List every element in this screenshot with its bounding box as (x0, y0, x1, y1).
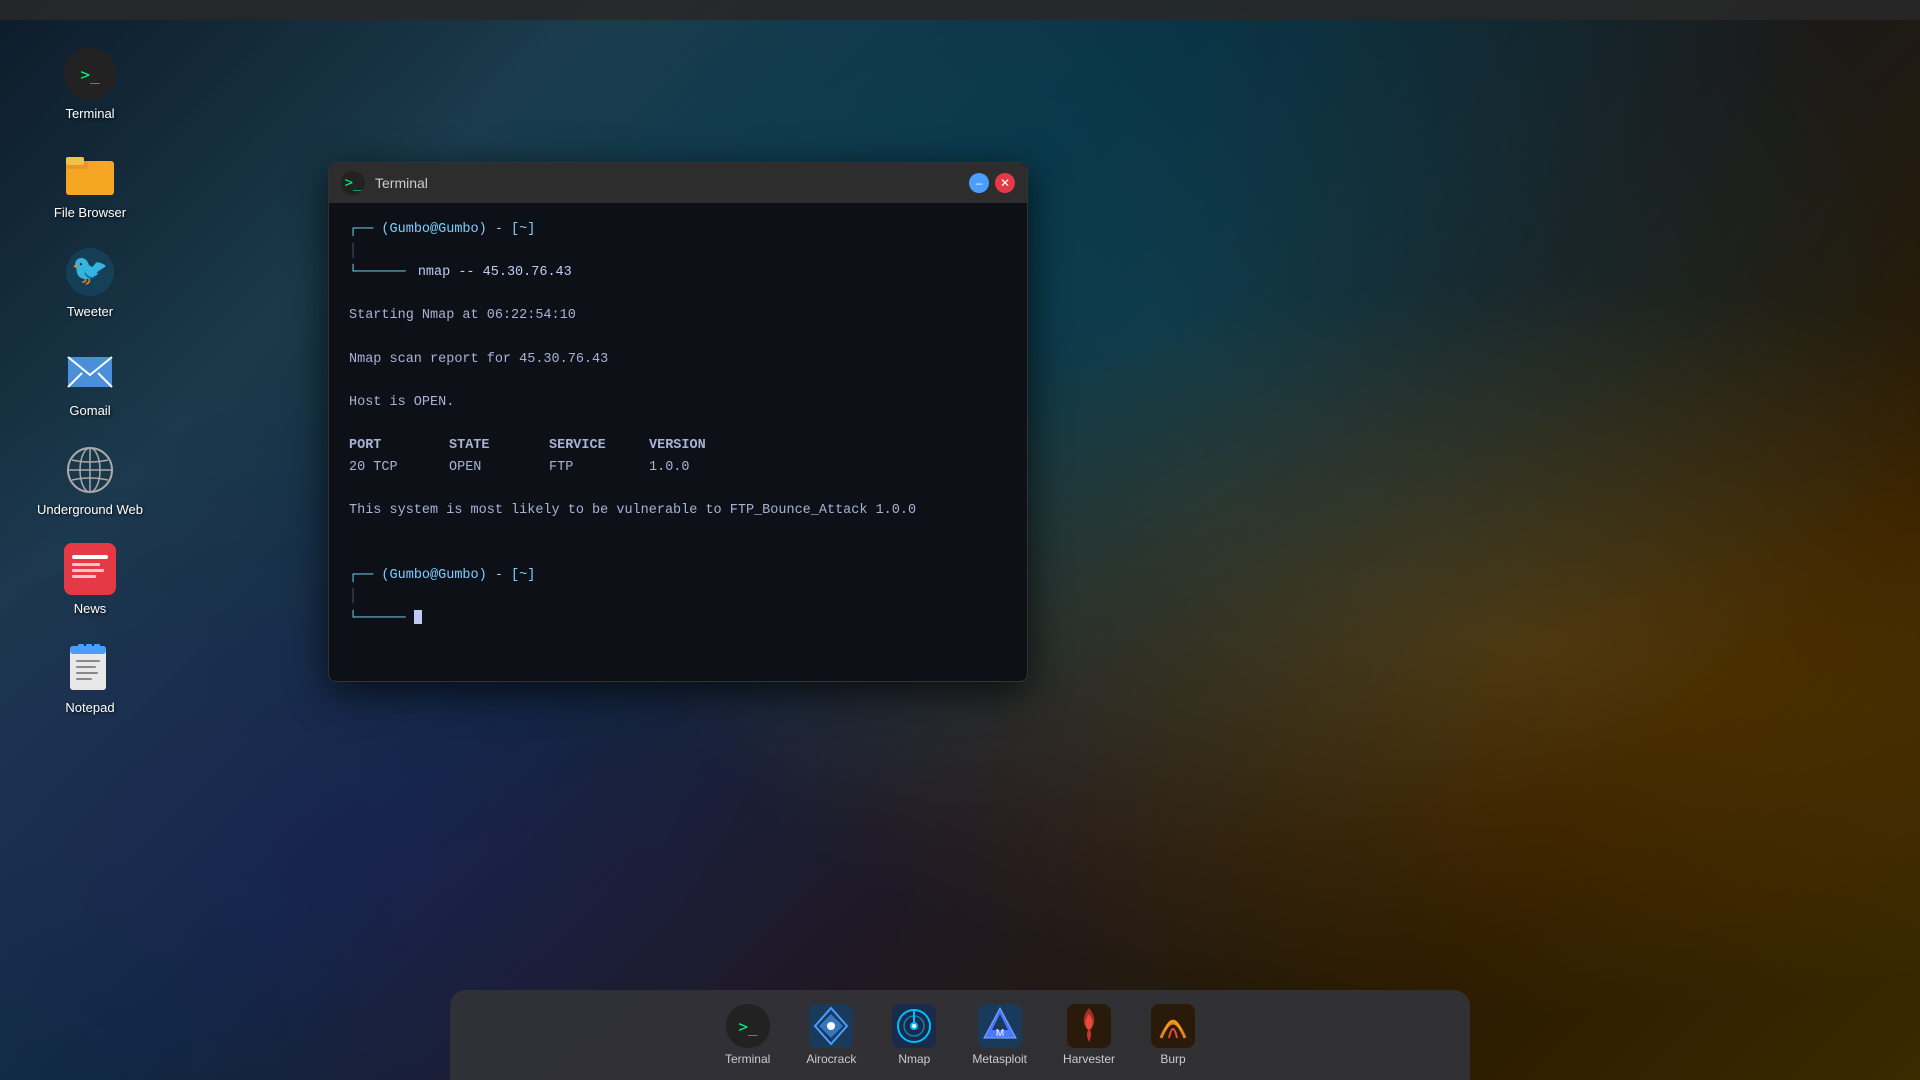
taskbar-nmap-label: Nmap (898, 1052, 930, 1066)
val-version: 1.0.0 (649, 457, 749, 479)
desktop-icon-news-label: News (74, 601, 107, 616)
taskbar-metasploit-label: Metasploit (972, 1052, 1027, 1066)
taskbar-item-metasploit[interactable]: M Metasploit (962, 998, 1037, 1072)
close-button[interactable]: ✕ (995, 173, 1015, 193)
desktop-icon-file-browser-label: File Browser (54, 205, 126, 220)
desktop-icon-tweeter-label: Tweeter (67, 304, 113, 319)
file-browser-icon (64, 147, 116, 199)
taskbar-item-terminal[interactable]: >_ Terminal (715, 998, 780, 1072)
taskbar-burp-label: Burp (1160, 1052, 1185, 1066)
command-text: nmap -- 45.30.76.43 (418, 265, 572, 280)
command-line: └────── nmap -- 45.30.76.43 (349, 262, 1007, 284)
prompt-user-1: (Gumbo@Gumbo) - [~] (381, 222, 535, 237)
underground-web-icon (64, 444, 116, 496)
notepad-icon (64, 642, 116, 694)
desktop-icon-gomail[interactable]: Gomail (20, 337, 160, 426)
taskbar-harvester-label: Harvester (1063, 1052, 1115, 1066)
output-starting: Starting Nmap at 06:22:54:10 (349, 305, 1007, 327)
taskbar-item-harvester[interactable]: Harvester (1053, 998, 1125, 1072)
taskbar-item-burp[interactable]: Burp (1141, 998, 1205, 1072)
desktop-icon-terminal-label: Terminal (65, 106, 114, 121)
terminal-window: >_ Terminal – ✕ ┌── (Gumbo@Gumbo) - [~] … (328, 162, 1028, 682)
gomail-icon (64, 345, 116, 397)
terminal-title-icon: >_ (341, 171, 365, 195)
taskbar-airocrack-label: Airocrack (806, 1052, 856, 1066)
col-port: PORT (349, 435, 449, 457)
desktop-icon-underground-web[interactable]: Underground Web (20, 436, 160, 525)
prompt-user-2: (Gumbo@Gumbo) - [~] (381, 568, 535, 583)
taskbar-nmap-icon (892, 1004, 936, 1048)
prompt-cursor-line: └────── (349, 608, 1007, 630)
val-state: OPEN (449, 457, 549, 479)
prompt-pipe-2: │ (349, 586, 1007, 608)
prompt-pipe-1: │ (349, 241, 1007, 263)
cursor (414, 610, 422, 624)
terminal-controls: – ✕ (969, 173, 1015, 193)
taskbar-harvester-icon (1067, 1004, 1111, 1048)
tweeter-icon: 🐦 (64, 246, 116, 298)
taskbar-metasploit-icon: M (978, 1004, 1022, 1048)
svg-text:>_: >_ (738, 1017, 758, 1036)
taskbar-item-airocrack[interactable]: Airocrack (796, 998, 866, 1072)
svg-text:>_: >_ (80, 65, 100, 84)
output-table-header: PORT STATE SERVICE VERSION (349, 435, 1007, 457)
svg-text:🐦: 🐦 (71, 254, 108, 287)
topbar (0, 0, 1920, 20)
desktop-icon-gomail-label: Gomail (69, 403, 110, 418)
terminal-body[interactable]: ┌── (Gumbo@Gumbo) - [~] │ └────── nmap -… (329, 203, 1027, 681)
taskbar-item-nmap[interactable]: Nmap (882, 998, 946, 1072)
desktop-icon-file-browser[interactable]: File Browser (20, 139, 160, 228)
svg-text:M: M (996, 1028, 1004, 1039)
desktop-icon-underground-web-label: Underground Web (37, 502, 143, 517)
desktop-icon-notepad-label: Notepad (65, 700, 114, 715)
desktop-icon-notepad[interactable]: Notepad (20, 634, 160, 723)
minimize-button[interactable]: – (969, 173, 989, 193)
taskbar-terminal-icon: >_ (726, 1004, 770, 1048)
val-service: FTP (549, 457, 649, 479)
terminal-icon: >_ (64, 48, 116, 100)
col-state: STATE (449, 435, 549, 457)
output-vuln: This system is most likely to be vulnera… (349, 500, 1007, 522)
col-service: SERVICE (549, 435, 649, 457)
prompt-line-1: ┌── (Gumbo@Gumbo) - [~] (349, 219, 1007, 241)
desktop-icons: >_ Terminal File Browser 🐦 Tweeter (0, 20, 180, 980)
desktop-icon-news[interactable]: News (20, 535, 160, 624)
terminal-title-text: Terminal (375, 175, 959, 191)
desktop-icon-terminal[interactable]: >_ Terminal (20, 40, 160, 129)
val-port: 20 TCP (349, 457, 449, 479)
output-table-row: 20 TCP OPEN FTP 1.0.0 (349, 457, 1007, 479)
output-host-open: Host is OPEN. (349, 392, 1007, 414)
taskbar-airocrack-icon (809, 1004, 853, 1048)
col-version: VERSION (649, 435, 749, 457)
news-icon (64, 543, 116, 595)
terminal-titlebar: >_ Terminal – ✕ (329, 163, 1027, 203)
prompt-line-2: ┌── (Gumbo@Gumbo) - [~] (349, 565, 1007, 587)
taskbar: >_ Terminal Airocrack (450, 990, 1470, 1080)
desktop-icon-tweeter[interactable]: 🐦 Tweeter (20, 238, 160, 327)
output-scan-report: Nmap scan report for 45.30.76.43 (349, 349, 1007, 371)
taskbar-terminal-label: Terminal (725, 1052, 770, 1066)
taskbar-burp-icon (1151, 1004, 1195, 1048)
